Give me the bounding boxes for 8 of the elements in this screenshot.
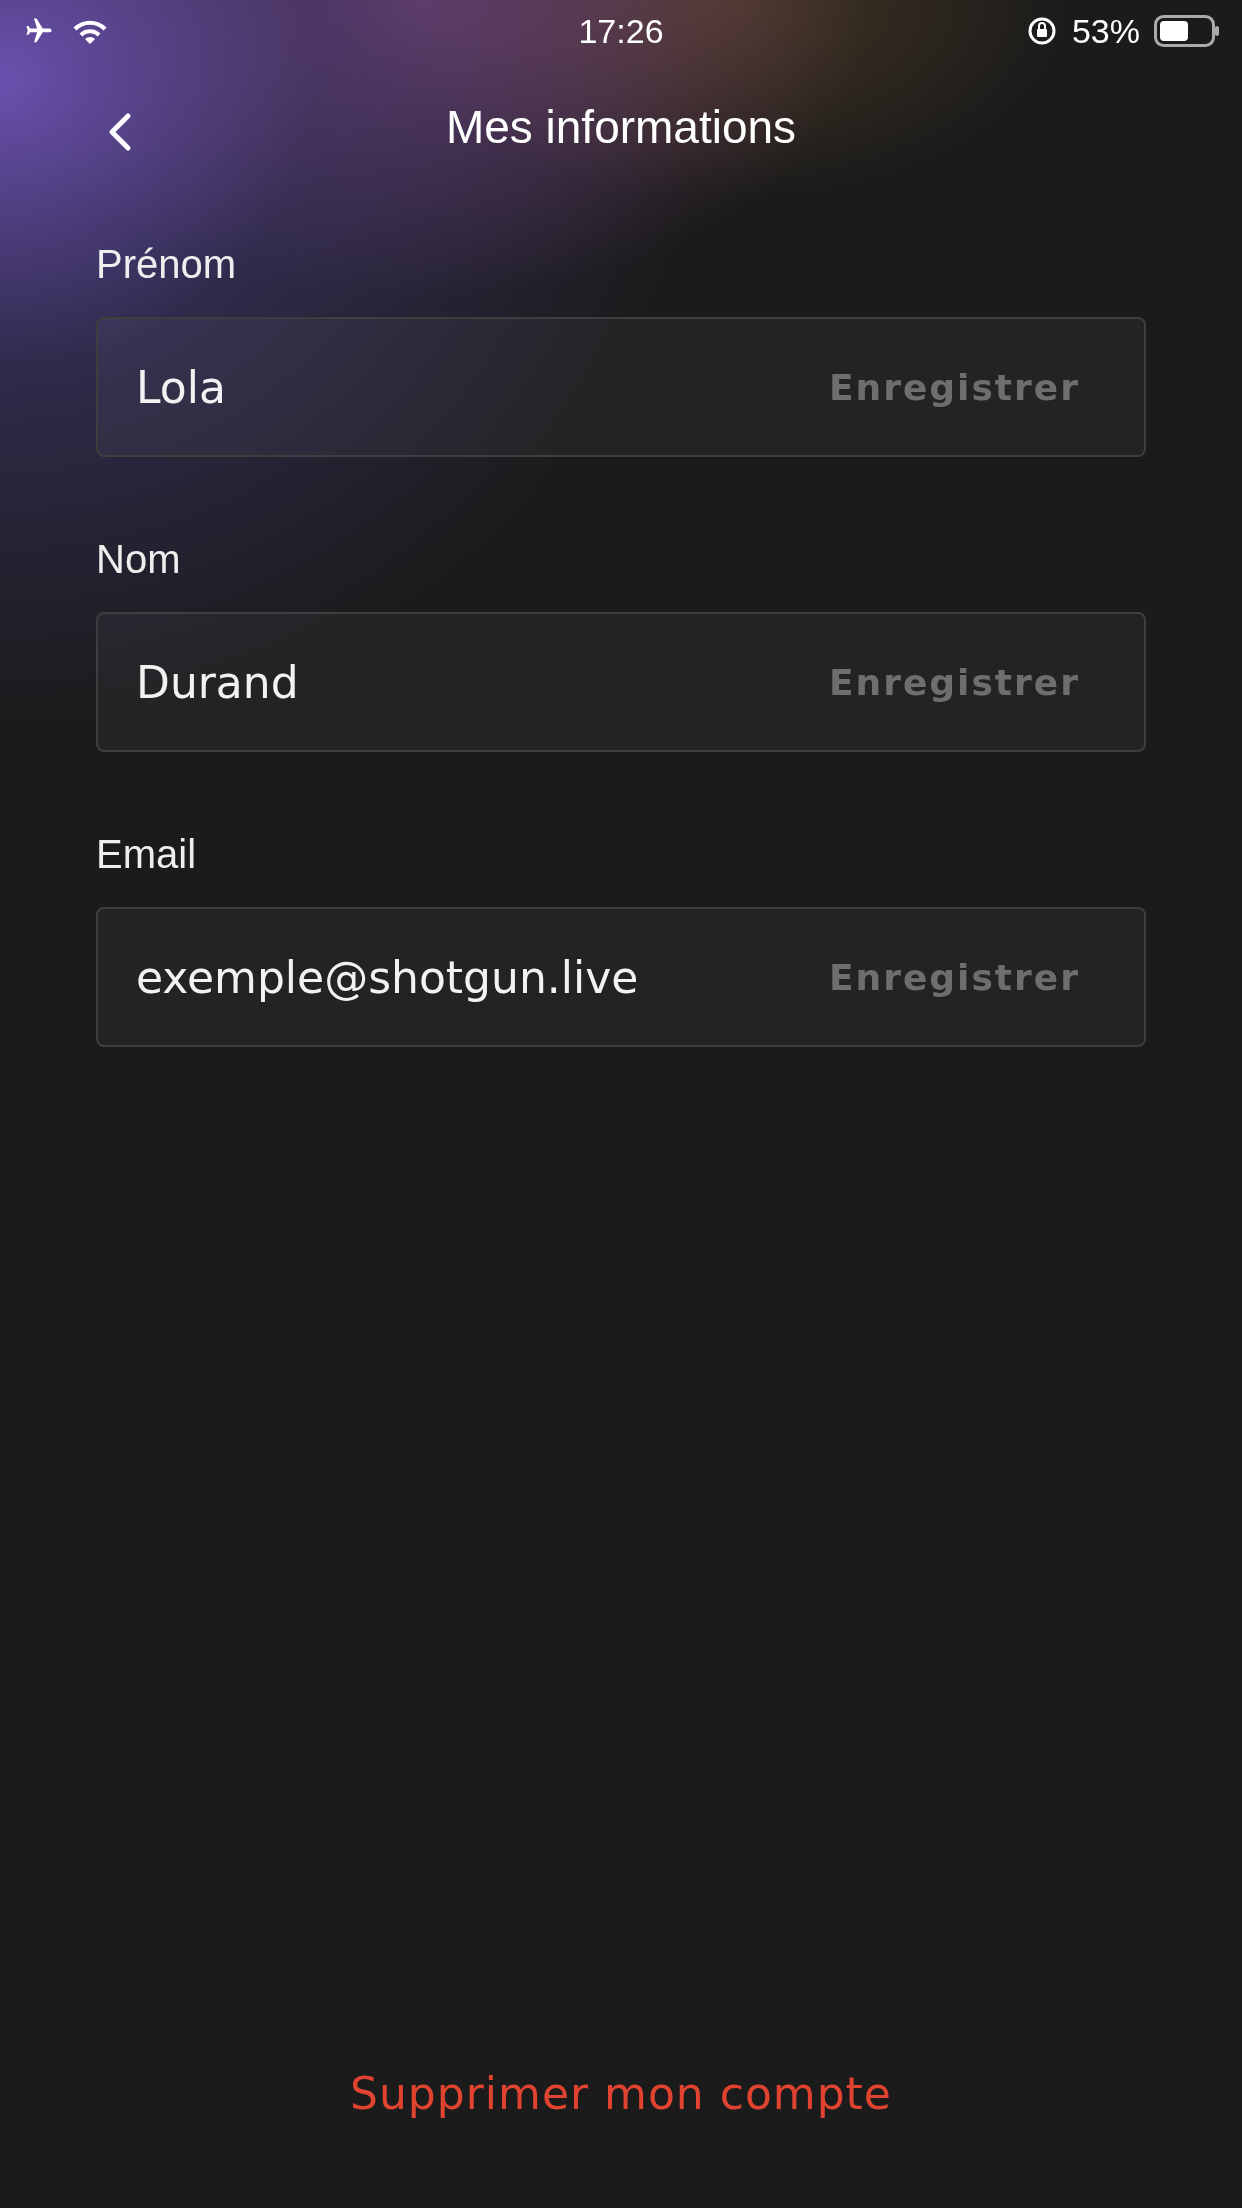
battery-icon bbox=[1154, 15, 1220, 47]
delete-account-link[interactable]: Supprimer mon compte bbox=[344, 2067, 898, 2120]
page-title: Mes informations bbox=[445, 100, 797, 154]
status-time: 17:26 bbox=[578, 11, 664, 51]
field-label: Nom bbox=[96, 537, 182, 582]
field-label: Email bbox=[96, 832, 198, 877]
field-label: Prénom bbox=[96, 242, 238, 287]
battery-percentage: 53% bbox=[1071, 11, 1140, 51]
